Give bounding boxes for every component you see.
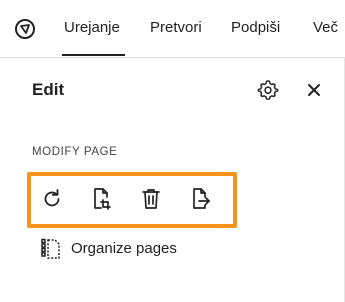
close-button[interactable] <box>302 78 326 102</box>
settings-button[interactable] <box>256 78 280 102</box>
acrobat-logo-icon[interactable] <box>14 18 36 40</box>
delete-button[interactable] <box>138 186 164 212</box>
organize-pages-label: Organize pages <box>71 240 177 257</box>
close-icon <box>307 83 321 97</box>
tab-pretvori[interactable]: Pretvori <box>150 18 202 38</box>
toolbar-divider <box>0 57 345 58</box>
rotate-icon <box>41 188 63 210</box>
panel-title: Edit <box>32 80 65 99</box>
extract-page-button[interactable] <box>188 186 214 212</box>
organize-pages-link[interactable]: Organize pages <box>40 237 177 261</box>
delete-icon <box>140 187 162 211</box>
crop-page-icon <box>91 187 113 211</box>
crop-page-button[interactable] <box>89 186 115 212</box>
section-heading-modify-page: MODIFY PAGE <box>32 146 118 158</box>
tab-urejanje[interactable]: Urejanje <box>64 18 120 38</box>
tab-podpisi[interactable]: Podpiši <box>231 18 280 38</box>
extract-page-icon <box>190 187 212 211</box>
active-tab-indicator <box>62 54 125 56</box>
tab-vec[interactable]: Več <box>313 18 338 38</box>
organize-pages-icon <box>40 238 62 260</box>
gear-icon <box>257 79 279 101</box>
top-toolbar: Urejanje Pretvori Podpiši Več <box>0 0 345 56</box>
rotate-button[interactable] <box>39 186 65 212</box>
